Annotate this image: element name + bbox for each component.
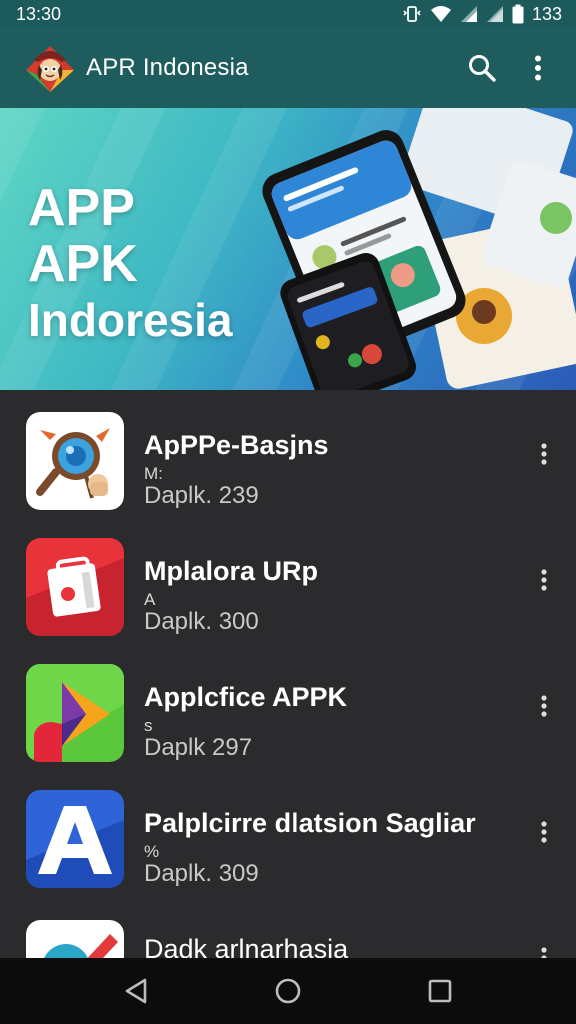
app-name: ApPPe-Basjns bbox=[144, 430, 329, 460]
vibrate-icon bbox=[403, 6, 421, 22]
system-nav-bar bbox=[0, 958, 576, 1024]
list-item[interactable]: ApPPe-Basjns M: Daplk. 239 bbox=[0, 390, 576, 516]
promo-banner[interactable]: APP APK Indoresia bbox=[0, 108, 576, 390]
wifi-icon bbox=[430, 6, 451, 22]
app-name: Applcfice APPK bbox=[144, 682, 348, 712]
nav-back-button[interactable] bbox=[111, 966, 161, 1016]
app-logo-icon bbox=[26, 46, 74, 92]
list-item[interactable]: Applcfice APPK s Daplk 297 bbox=[0, 642, 576, 768]
app-bar: APR Indonesia bbox=[0, 28, 576, 108]
more-vert-icon bbox=[541, 695, 547, 717]
app-downloads: Daplk 297 bbox=[144, 734, 253, 761]
signal-icon-2 bbox=[486, 6, 503, 22]
banner-line-1: APP bbox=[28, 179, 135, 237]
magnifier-app-icon bbox=[26, 412, 124, 510]
more-vert-icon bbox=[535, 55, 541, 81]
item-menu-button[interactable] bbox=[532, 814, 556, 850]
app-downloads: Daplk. 239 bbox=[144, 482, 259, 509]
item-menu-button[interactable] bbox=[532, 436, 556, 472]
search-button[interactable] bbox=[460, 46, 504, 90]
status-icons: 133 bbox=[402, 4, 562, 25]
recents-icon bbox=[428, 979, 452, 1003]
banner-line-3: Indoresia bbox=[28, 294, 233, 346]
letter-a-app-icon bbox=[26, 790, 124, 888]
status-bar: 13:30 133 bbox=[0, 0, 576, 28]
list-item[interactable]: Mplalora URp A Daplk. 300 bbox=[0, 516, 576, 642]
play-app-icon bbox=[26, 664, 124, 762]
home-icon bbox=[275, 978, 301, 1004]
overflow-menu-button[interactable] bbox=[516, 46, 560, 90]
app-title: APR Indonesia bbox=[86, 54, 249, 81]
app-subtitle: % bbox=[144, 842, 160, 861]
list-item[interactable]: Palplcirre dǀatsion Sagliar % Daplk. 309 bbox=[0, 768, 576, 894]
item-menu-button[interactable] bbox=[532, 688, 556, 724]
app-subtitle: M: bbox=[144, 464, 163, 483]
battery-icon bbox=[512, 4, 524, 24]
app-subtitle: A bbox=[144, 590, 156, 609]
nav-home-button[interactable] bbox=[263, 966, 313, 1016]
back-icon bbox=[125, 978, 147, 1004]
status-time: 13:30 bbox=[16, 3, 62, 24]
app-subtitle: s bbox=[144, 716, 153, 735]
banner-headline: APP APK Indoresia bbox=[28, 180, 233, 348]
search-icon bbox=[469, 55, 496, 82]
more-vert-icon bbox=[541, 443, 547, 465]
battery-level: 133 bbox=[531, 3, 562, 24]
shopping-bag-app-icon bbox=[26, 538, 124, 636]
app-name: Palplcirre dǀatsion Sagliar bbox=[144, 808, 476, 838]
more-vert-icon bbox=[541, 569, 547, 591]
more-vert-icon bbox=[541, 821, 547, 843]
nav-recents-button[interactable] bbox=[415, 966, 465, 1016]
app-downloads: Daplk. 309 bbox=[144, 860, 259, 887]
signal-icon bbox=[460, 6, 477, 22]
banner-phones-illustration bbox=[262, 108, 576, 390]
app-name: Mplalora URp bbox=[144, 556, 319, 586]
item-menu-button[interactable] bbox=[532, 562, 556, 598]
app-downloads: Daplk. 300 bbox=[144, 608, 259, 635]
banner-line-2: APK bbox=[28, 235, 138, 293]
